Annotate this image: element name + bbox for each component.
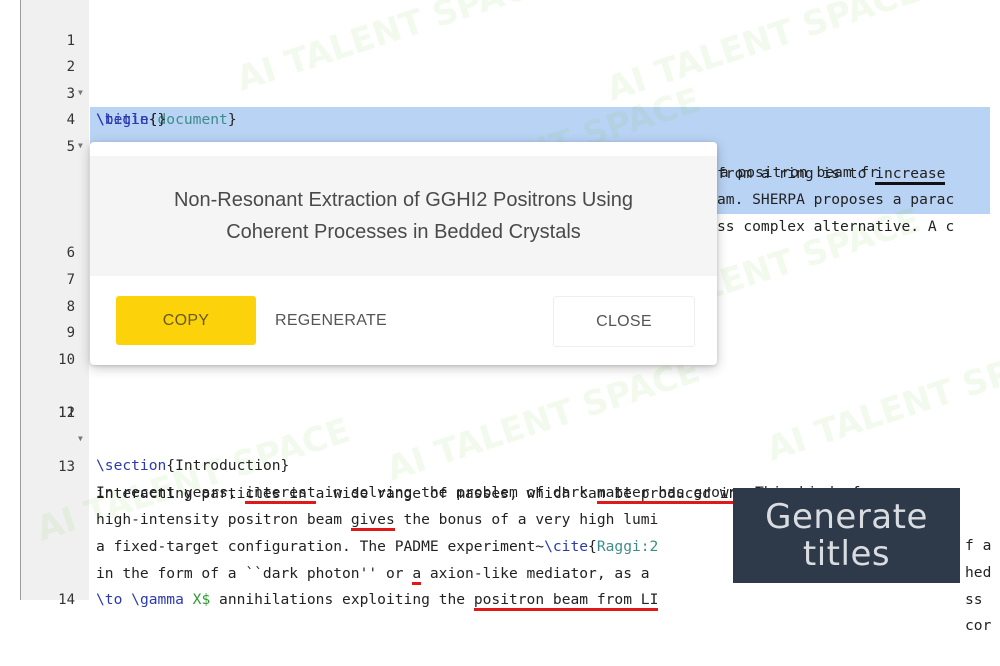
text: cor [965, 617, 992, 635]
editor-line[interactable]: 14 [0, 587, 1000, 614]
line-number: 8 [66, 299, 75, 315]
editor-line[interactable]: 5 The SHERPA project aim is to develop a… [0, 107, 1000, 185]
line-number: 12 [58, 405, 75, 421]
generated-title-text: Non-Resonant Extraction of GGHI2 Positro… [173, 189, 634, 243]
dialog-title-area: Non-Resonant Extraction of GGHI2 Positro… [90, 156, 717, 276]
line-number: 9 [66, 325, 75, 341]
copy-button[interactable]: COPY [116, 296, 256, 345]
editor-line[interactable]: 13 In recent years, interest in solving … [0, 427, 1000, 505]
line-number: 6 [66, 245, 75, 261]
editor-line[interactable]: 12 [0, 400, 1000, 427]
line-number: 10 [58, 352, 75, 368]
editor-line[interactable]: 4 ▼ \begin{abstract} [0, 80, 1000, 181]
generate-titles-banner: Generate titles [733, 488, 960, 583]
editor-line[interactable]: 1 [0, 1, 1000, 49]
regenerate-button[interactable]: REGENERATE [266, 296, 396, 345]
banner-line-1: Generate [765, 496, 928, 537]
editor-line[interactable]: 3 \title{} [0, 54, 1000, 129]
generated-title-dialog: Non-Resonant Extraction of GGHI2 Positro… [90, 142, 717, 365]
line-number: 7 [66, 272, 75, 288]
line-number: 14 [58, 592, 75, 608]
editor-line[interactable]: 2 ▼ \begin{document} [0, 27, 1000, 128]
editor-wrap-line[interactable]: interacting particles in a wide range of… [0, 454, 1000, 502]
dialog-actions: COPY REGENERATE CLOSE [90, 276, 717, 365]
close-button[interactable]: CLOSE [553, 296, 695, 347]
banner-line-2: titles [802, 533, 891, 574]
dialog-header-strip [90, 142, 717, 156]
editor-line[interactable]: 11 ▼ \section{Introduction} [0, 373, 1000, 474]
text: ss complex alternative. A c [717, 217, 955, 235]
